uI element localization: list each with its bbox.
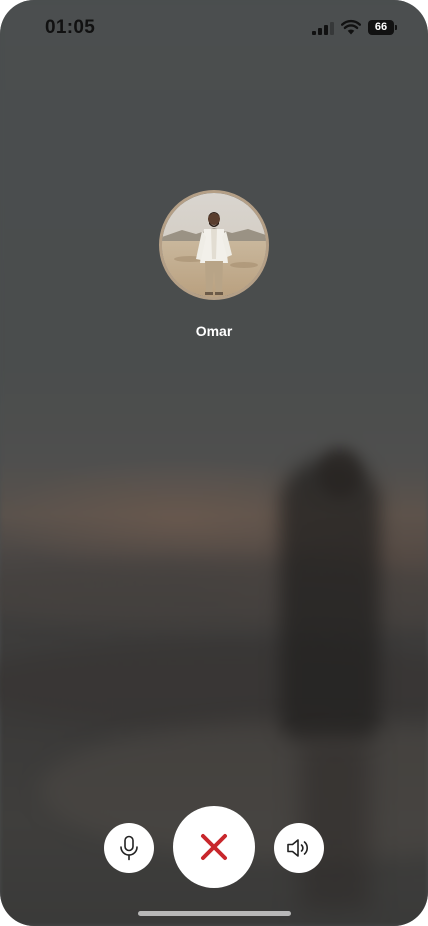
speaker-icon <box>287 839 309 857</box>
microphone-icon <box>120 835 138 861</box>
signal-icon <box>312 22 334 35</box>
status-bar: 01:05 66 <box>0 0 428 56</box>
call-screen: 01:05 66 Omar <box>0 0 428 926</box>
wifi-icon <box>341 19 361 35</box>
end-call-button[interactable] <box>173 806 255 888</box>
caller-avatar <box>159 190 269 300</box>
mute-button[interactable] <box>104 823 154 873</box>
home-indicator[interactable] <box>138 911 291 916</box>
status-time: 01:05 <box>45 17 96 38</box>
caller-name: Omar <box>195 323 233 339</box>
background-image <box>0 0 428 926</box>
speaker-button[interactable] <box>274 823 324 873</box>
close-icon <box>201 834 227 860</box>
battery-level: 66 <box>368 20 394 35</box>
battery-icon: 66 <box>368 20 398 35</box>
